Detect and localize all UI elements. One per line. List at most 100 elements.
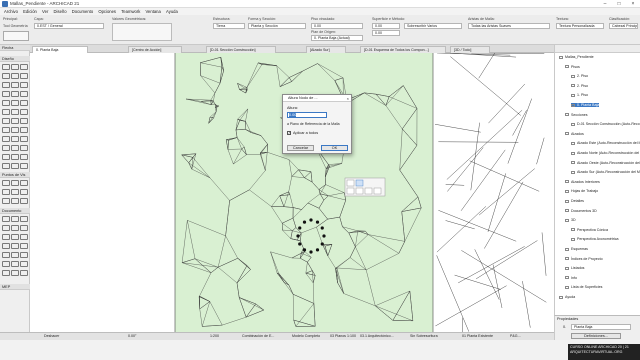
mesh-node[interactable]: [298, 242, 302, 246]
navigator-item[interactable]: Alzados Interiores: [565, 180, 600, 184]
tool-icon[interactable]: [20, 64, 28, 70]
mesh-node[interactable]: [302, 220, 307, 224]
tool-icon[interactable]: [11, 73, 19, 79]
tool-icon[interactable]: [11, 261, 19, 267]
navigator-item[interactable]: Lista de Superficies: [565, 285, 602, 289]
navigator-item[interactable]: Info: [565, 276, 577, 280]
mesh-node[interactable]: [320, 226, 324, 230]
properties-row-value[interactable]: Planta Baja: [571, 324, 631, 330]
cancel-button[interactable]: Cancelar: [287, 145, 314, 151]
mesh-node[interactable]: [315, 248, 320, 252]
tab-alzado-sur[interactable]: [Alzado Sur]: [306, 46, 346, 53]
tool-icon[interactable]: [20, 118, 28, 124]
tab-planta-baja[interactable]: 0. Planta Baja: [32, 46, 88, 53]
tab-centro-accion[interactable]: [Centro de Acción]: [128, 46, 182, 53]
close-button[interactable]: ×: [626, 0, 640, 8]
textura-field[interactable]: Textura Personalizada: [556, 23, 604, 29]
navigator-item[interactable]: Documentos 3D: [565, 209, 597, 213]
tool-icon[interactable]: [20, 109, 28, 115]
superficie-field[interactable]: Sobrescribir Varios: [404, 23, 462, 29]
move-node-icon[interactable]: [346, 179, 355, 187]
tool-icon[interactable]: [20, 270, 28, 276]
tool-icon[interactable]: [2, 225, 10, 231]
tool-icon[interactable]: [20, 198, 28, 204]
menu-opciones[interactable]: Opciones: [98, 8, 116, 15]
tool-icon[interactable]: [2, 136, 10, 142]
pen-set[interactable]: 03 Planos 1:100: [330, 334, 356, 338]
tool-icon[interactable]: [2, 145, 10, 151]
tool-icon[interactable]: [2, 64, 10, 70]
clasif-field[interactable]: Cabezal Principal: [609, 23, 638, 29]
altura-input[interactable]: 0.00: [287, 112, 327, 118]
toolbox-header-seleccion[interactable]: Flecha: [0, 45, 30, 51]
renovation-status[interactable]: 01 Planta Existente: [462, 334, 493, 338]
tool-icon[interactable]: [11, 64, 19, 70]
tool-icon[interactable]: [11, 163, 19, 169]
tab-3d[interactable]: [3D / Todo]: [450, 46, 490, 53]
mesh-tool-icon[interactable]: [3, 31, 29, 41]
tool-icon[interactable]: [11, 270, 19, 276]
tool-icon[interactable]: [11, 127, 19, 133]
menu-teamwork[interactable]: Teamwork: [121, 8, 140, 15]
elevate-node-icon[interactable]: [355, 179, 364, 187]
override-status[interactable]: Sin Sobrescritura: [410, 334, 438, 338]
dim2-field[interactable]: 0.00: [372, 23, 400, 29]
tool-icon[interactable]: [2, 198, 10, 204]
tool-icon[interactable]: [2, 73, 10, 79]
tool-icon[interactable]: [20, 145, 28, 151]
maximize-button[interactable]: □: [612, 0, 626, 8]
capa-field[interactable]: 0.EST / General: [34, 23, 104, 29]
navigator-item[interactable]: 3D: [565, 218, 576, 222]
tool-icon[interactable]: [11, 234, 19, 240]
model-view[interactable]: Modelo Completo: [292, 334, 320, 338]
ok-button[interactable]: OK: [321, 145, 348, 151]
navigator-item[interactable]: Perspectiva Axonométrica: [571, 237, 619, 241]
forma-field[interactable]: Planta y Sección: [248, 23, 306, 29]
tool-icon[interactable]: [11, 145, 19, 151]
tool-icon[interactable]: [11, 180, 19, 186]
tool-icon[interactable]: [11, 189, 19, 195]
tool-icon[interactable]: [2, 216, 10, 222]
navigator-item[interactable]: Alzados: [565, 132, 584, 136]
dialog-close-icon[interactable]: ×: [347, 96, 349, 101]
tool-icon[interactable]: [2, 118, 10, 124]
tool-icon[interactable]: [11, 225, 19, 231]
navigator-item[interactable]: Ayuda: [559, 295, 575, 299]
rotate-node-icon[interactable]: [364, 187, 373, 195]
dim3-field[interactable]: 0.00: [372, 30, 400, 36]
navigator-item[interactable]: 2. Piso: [571, 84, 588, 88]
tool-icon[interactable]: [2, 154, 10, 160]
tool-icon[interactable]: [20, 252, 28, 258]
tool-icon[interactable]: [20, 163, 28, 169]
tool-icon[interactable]: [20, 127, 28, 133]
tool-icon[interactable]: [11, 136, 19, 142]
menu-documento[interactable]: Documento: [72, 8, 93, 15]
menu-archivo[interactable]: Archivo: [4, 8, 18, 15]
aristas-field[interactable]: Todas las Aristas Suaves: [468, 23, 550, 29]
tab-seccion[interactable]: [D-01 Sección Construcción]: [206, 46, 276, 53]
navigator-item[interactable]: D-01 Sección Construcción (Auto-Reconstr…: [571, 122, 640, 126]
minimize-button[interactable]: –: [598, 0, 612, 8]
mesh-node[interactable]: [315, 220, 320, 224]
menu-edicion[interactable]: Edición: [23, 8, 37, 15]
tool-icon[interactable]: [2, 82, 10, 88]
menu-ventana[interactable]: Ventana: [145, 8, 160, 15]
navigator-item[interactable]: Pisos: [565, 65, 580, 69]
tool-icon[interactable]: [11, 100, 19, 106]
tool-icon[interactable]: [20, 91, 28, 97]
tool-icon[interactable]: [2, 234, 10, 240]
tool-icon[interactable]: [20, 73, 28, 79]
navigator-toolbar[interactable]: [555, 45, 640, 53]
tool-icon[interactable]: [11, 82, 19, 88]
navigator-item[interactable]: Alzado Norte (Auto-Reconstrucción del M.…: [571, 151, 640, 155]
tool-icon[interactable]: [20, 225, 28, 231]
mesh-node[interactable]: [320, 242, 324, 246]
tool-icon[interactable]: [20, 234, 28, 240]
add-node-icon[interactable]: [346, 187, 355, 195]
tool-icon[interactable]: [2, 261, 10, 267]
navigator-item[interactable]: 1. Piso: [571, 93, 588, 97]
toolbox-header-mep[interactable]: MEP: [0, 284, 30, 290]
tool-icon[interactable]: [11, 109, 19, 115]
tool-icon[interactable]: [20, 154, 28, 160]
menu-diseno[interactable]: Diseño: [54, 8, 67, 15]
